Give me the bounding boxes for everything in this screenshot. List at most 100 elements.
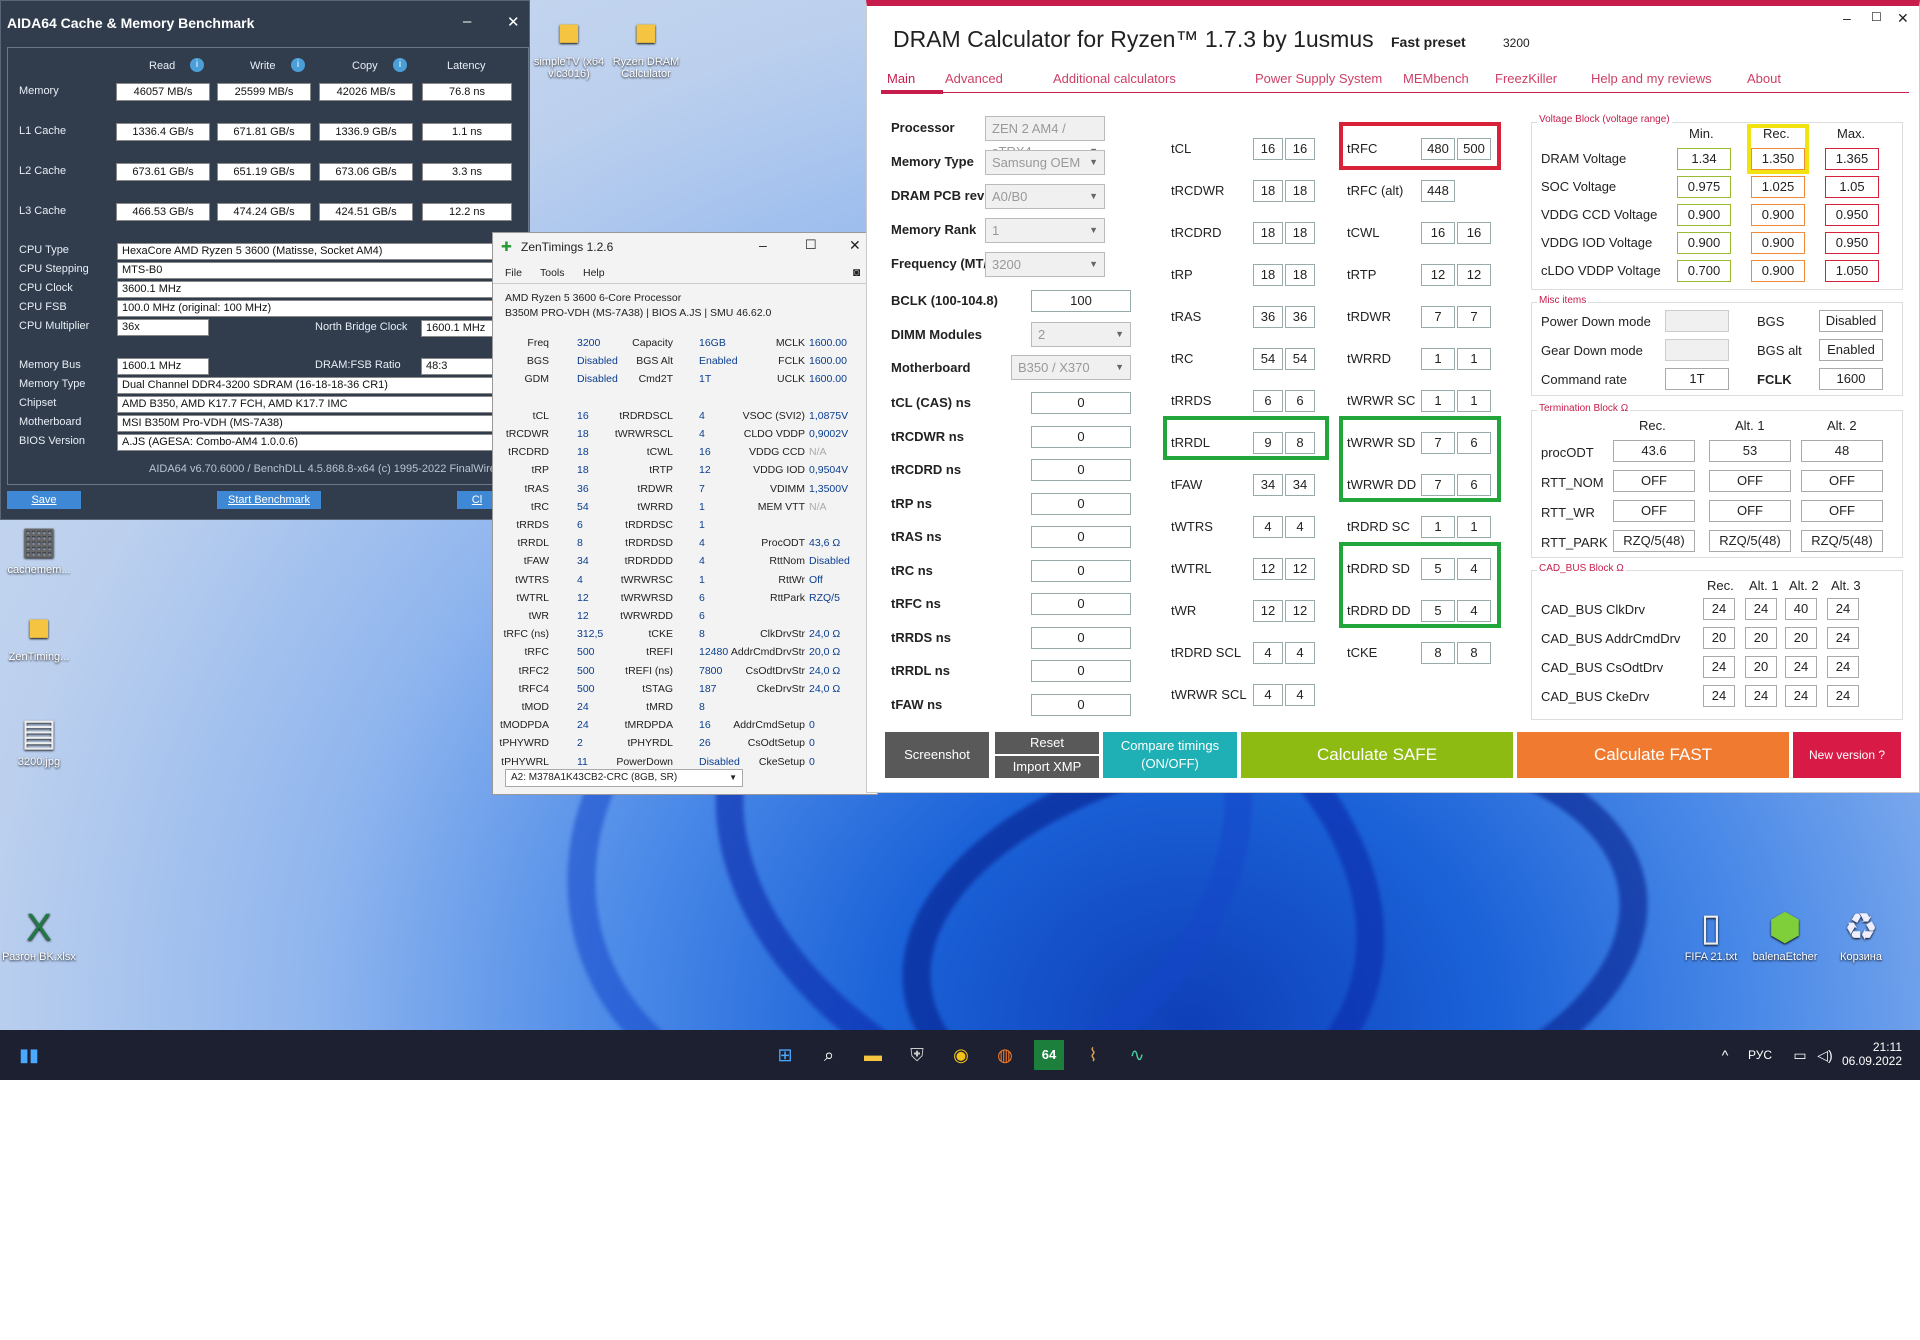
cadbus-value: 24 [1785, 656, 1817, 678]
close-icon[interactable]: ✕ [1897, 10, 1909, 27]
desktop-icon-balena[interactable]: ⬢ balenaEtcher [1746, 905, 1824, 963]
menu-tools[interactable]: Tools [540, 267, 565, 279]
motherboard-select[interactable]: B350 / X370 [1011, 355, 1131, 380]
minimize-icon[interactable]: – [1843, 10, 1851, 26]
ns-input[interactable]: 0 [1031, 492, 1131, 515]
info-icon[interactable]: i [291, 58, 305, 72]
trrds-value: 6 [577, 519, 583, 531]
desktop-icon-fifa[interactable]: ▯ FIFA 21.txt [1672, 905, 1750, 963]
info-button[interactable]: i [385, 58, 407, 72]
select-memory-rank[interactable]: 1 [985, 218, 1105, 243]
close-icon[interactable]: ✕ [849, 237, 861, 254]
highlight-frame [1339, 416, 1501, 502]
ns-input[interactable]: 0 [1031, 392, 1131, 414]
ns-input[interactable]: 0 [1031, 559, 1131, 582]
menu-help[interactable]: Help [583, 267, 605, 279]
vsoc-svi2--label: VSOC (SVI2) [742, 409, 805, 422]
language-indicator[interactable]: РУС [1748, 1048, 1772, 1062]
minimize-icon[interactable]: – [463, 13, 471, 30]
fclk-label: FCLK [778, 355, 805, 368]
tab-membench[interactable]: MEMbench [1403, 71, 1469, 86]
select-dram-pcb-revision[interactable]: A0/B0 [985, 184, 1105, 209]
menu-file[interactable]: File [505, 267, 522, 279]
close-icon[interactable]: ✕ [507, 13, 520, 31]
info-button[interactable]: i [182, 58, 204, 72]
folder-icon: ■ [634, 12, 658, 54]
aida64-icon[interactable]: 64 [1034, 1040, 1064, 1070]
desktop-icon-label: Ryzen DRAM Calculator [612, 56, 680, 80]
ns-input[interactable]: 0 [1031, 660, 1131, 682]
power-down-select[interactable] [1665, 310, 1729, 332]
dimm-modules-select[interactable]: 2 [1031, 322, 1131, 347]
maximize-icon[interactable]: ☐ [805, 237, 817, 253]
sound-wave-icon[interactable]: ⌇ [1078, 1040, 1108, 1070]
tab-about[interactable]: About [1747, 71, 1781, 86]
camera-icon[interactable]: ◙ [853, 265, 860, 279]
desktop-icon-xlsx[interactable]: X Разгон BK.xlsx [0, 905, 78, 963]
chrome-icon[interactable]: ◉ [946, 1040, 976, 1070]
info-button[interactable]: i [283, 58, 305, 72]
close-button[interactable]: Cl [457, 491, 497, 509]
clkdrvstr-label: ClkDrvStr [760, 628, 805, 641]
import-xmp-button[interactable]: Import XMP [995, 756, 1099, 778]
ns-input[interactable]: 0 [1031, 593, 1131, 615]
ns-input[interactable]: 0 [1031, 626, 1131, 649]
calculate-safe-button[interactable]: Calculate SAFE [1241, 732, 1513, 778]
rttpark-value: RZQ/5 [809, 591, 840, 604]
desktop-icon-3200jpg[interactable]: ▤ 3200.jpg [0, 710, 78, 768]
chevron-up-icon[interactable]: ^ [1710, 1040, 1740, 1070]
clock[interactable]: 21:11 06.09.2022 [1842, 1040, 1902, 1068]
start-benchmark-button[interactable]: Start Benchmark [217, 491, 321, 509]
select-frequency-mt-s-[interactable]: 3200 [985, 252, 1105, 277]
termination-label: RTT_WR [1541, 505, 1595, 520]
desktop-icon-zentimings[interactable]: ■ ZenTiming... [0, 605, 78, 663]
monitor-app-icon[interactable]: ∿ [1122, 1040, 1152, 1070]
desktop-icon-simpletv[interactable]: ■ simpleTV (x64 vlc3016) [530, 10, 608, 80]
start-icon[interactable]: ⊞ [770, 1040, 800, 1070]
ckedrvstr-value: 24,0 Ω [809, 682, 841, 695]
gear-down-select[interactable] [1665, 339, 1729, 361]
ns-input[interactable]: 0 [1031, 693, 1131, 716]
ns-input[interactable]: 0 [1031, 425, 1131, 448]
desktop-icon-recycle[interactable]: ♻ Корзина [1822, 905, 1900, 963]
desktop-icon-cachemem[interactable]: ▦ cachemem... [0, 518, 78, 576]
tab-main[interactable]: Main [887, 71, 915, 86]
tab-freezkiller[interactable]: FreezKiller [1495, 71, 1557, 86]
bclk-input[interactable]: 100 [1031, 290, 1131, 312]
tmodpda-label: tMODPDA [499, 719, 549, 732]
tab-power-supply-system[interactable]: Power Supply System [1255, 71, 1382, 86]
calculate-fast-button[interactable]: Calculate FAST [1517, 732, 1789, 778]
ns-input[interactable]: 0 [1031, 459, 1131, 481]
widgets-icon[interactable]: ▮▮ [14, 1040, 44, 1070]
reset-button[interactable]: Reset [995, 732, 1099, 754]
nb-clock-label: North Bridge Clock [315, 321, 408, 333]
search-icon[interactable]: ⌕ [814, 1040, 844, 1070]
aida64-badge: 64 [1041, 1047, 1057, 1062]
highlight-frame [1163, 416, 1329, 460]
trfc-label: tRFC [524, 646, 550, 659]
info-icon[interactable]: i [393, 58, 407, 72]
tab-additional-calculators[interactable]: Additional calculators [1053, 71, 1176, 86]
select-label: Memory Rank [891, 222, 977, 237]
tab-help-and-my-reviews[interactable]: Help and my reviews [1591, 71, 1712, 86]
select-memory-type[interactable]: Samsung OEM [985, 150, 1105, 175]
tab-advanced[interactable]: Advanced [945, 71, 1003, 86]
firefox-icon[interactable]: ◍ [990, 1040, 1020, 1070]
new-version-button[interactable]: New version ? [1793, 732, 1901, 778]
maximize-icon[interactable]: ☐ [1871, 10, 1882, 24]
ns-input[interactable]: 0 [1031, 526, 1131, 548]
tras-label: tRAS [524, 482, 549, 495]
explorer-icon[interactable]: ▬ [858, 1040, 888, 1070]
dimm-select[interactable]: A2: M378A1K43CB2-CRC (8GB, SR) ▼ [505, 769, 743, 787]
info-icon[interactable]: i [190, 58, 204, 72]
screenshot-button[interactable]: Screenshot [885, 732, 989, 778]
select-processor[interactable]: ZEN 2 AM4 / sTRX4 [985, 116, 1105, 163]
wot-icon[interactable]: ⛨ [902, 1040, 932, 1070]
save-button[interactable]: Save [7, 491, 81, 509]
mem-vtt-label: MEM VTT [757, 500, 805, 513]
twrwrdd-value: 6 [699, 610, 705, 622]
minimize-icon[interactable]: – [759, 237, 767, 253]
fsb-ratio-label: DRAM:FSB Ratio [315, 359, 401, 371]
desktop-icon-ryzen-calc[interactable]: ■ Ryzen DRAM Calculator [607, 10, 685, 80]
compare-timings-button[interactable]: Compare timings (ON/OFF) [1103, 732, 1237, 778]
